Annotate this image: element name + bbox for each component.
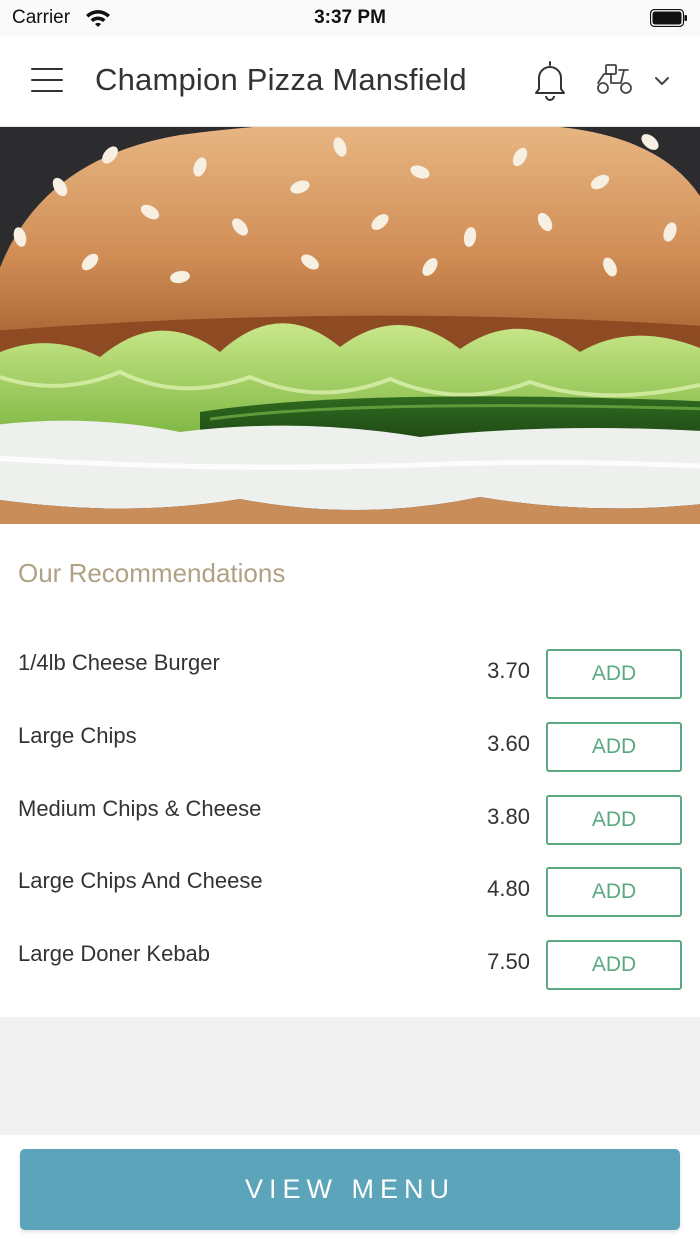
- menu-icon[interactable]: [28, 64, 68, 98]
- content-spacer: [0, 1017, 700, 1135]
- burger-image: [0, 127, 700, 524]
- item-name: Large Doner Kebab: [18, 941, 211, 966]
- bottom-bar: VIEW MENU: [0, 1135, 700, 1244]
- item-price: 3.80: [487, 804, 530, 829]
- page-title: Champion Pizza Mansfield: [95, 62, 467, 97]
- item-name: Large Chips: [18, 723, 137, 748]
- app-header: Champion Pizza Mansfield: [0, 36, 700, 127]
- add-button[interactable]: ADD: [546, 795, 682, 845]
- add-button[interactable]: ADD: [546, 722, 682, 772]
- hero-image: [0, 127, 700, 524]
- item-price: 7.50: [487, 949, 530, 974]
- item-name: 1/4lb Cheese Burger: [18, 650, 220, 675]
- item-name: Medium Chips & Cheese: [18, 796, 262, 821]
- item-name: Large Chips And Cheese: [18, 868, 263, 893]
- list-item: Large Doner Kebab 7.50 ADD: [0, 940, 700, 1001]
- chevron-down-icon: [655, 77, 669, 85]
- view-menu-button[interactable]: VIEW MENU: [20, 1149, 680, 1230]
- item-price: 4.80: [487, 876, 530, 901]
- scooter-icon[interactable]: [594, 62, 678, 100]
- item-price: 3.60: [487, 731, 530, 756]
- status-time: 3:37 PM: [314, 7, 386, 28]
- list-item: Large Chips 3.60 ADD: [0, 722, 700, 783]
- add-button[interactable]: ADD: [546, 867, 682, 917]
- battery-icon: [650, 9, 687, 27]
- list-item: Medium Chips & Cheese 3.80 ADD: [0, 795, 700, 856]
- list-item: 1/4lb Cheese Burger 3.70 ADD: [0, 649, 700, 710]
- add-button[interactable]: ADD: [546, 940, 682, 990]
- status-bar: Carrier 3:37 PM: [0, 0, 700, 36]
- section-title: Our Recommendations: [18, 558, 286, 588]
- list-item: Large Chips And Cheese 4.80 ADD: [0, 867, 700, 928]
- bell-icon[interactable]: [530, 58, 570, 102]
- item-price: 3.70: [487, 658, 530, 683]
- add-button[interactable]: ADD: [546, 649, 682, 699]
- recommendations-section: Our Recommendations 1/4lb Cheese Burger …: [0, 524, 700, 1017]
